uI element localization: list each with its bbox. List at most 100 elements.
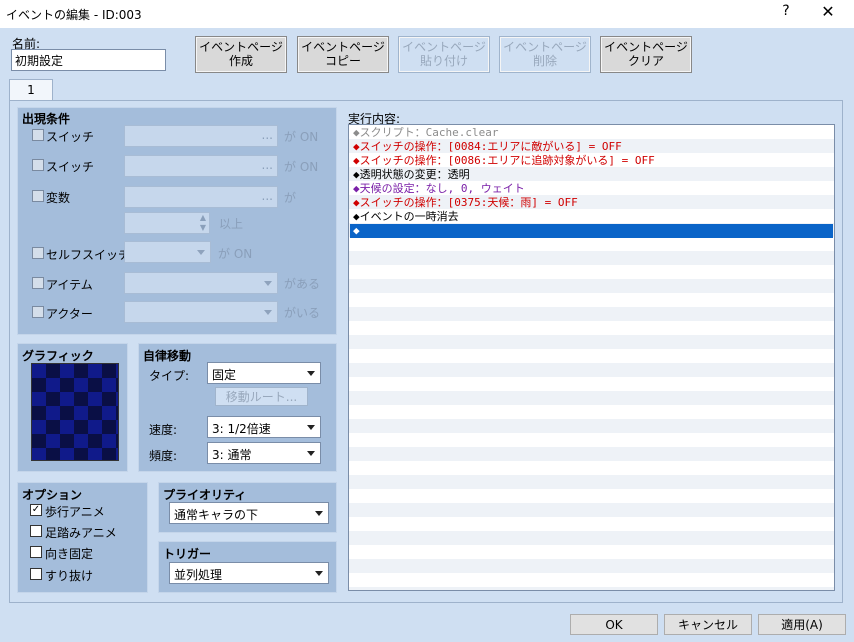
speed-value: 3: 1/2倍速 (212, 422, 271, 436)
priority-group: プライオリティ 通常キャラの下 (158, 482, 337, 533)
event-commands-list[interactable]: ◆スクリプト：Cache.clear ◆スイッチの操作：[0084:エリアに敵がい… (348, 124, 835, 591)
type-dropdown[interactable]: 固定 (207, 362, 321, 384)
tab-page-1[interactable]: 1 (9, 79, 53, 101)
conditions-title: 出現条件 (22, 112, 71, 126)
actor-dropdown (124, 301, 278, 323)
page-button-line1: イベントページ (402, 40, 486, 54)
item-label: アイテム (46, 278, 93, 292)
graphic-title: グラフィック (22, 349, 94, 363)
type-label: タイプ: (149, 369, 190, 383)
self-switch-label: セルフスイッチ (46, 248, 131, 262)
copy-page-button[interactable]: イベントページ コピー (297, 36, 389, 73)
cancel-button[interactable]: キャンセル (664, 614, 752, 635)
apply-button[interactable]: 適用(A) (758, 614, 846, 635)
spinner-down-icon: ▼ (199, 223, 206, 232)
options-group: オプション ✓ 歩行アニメ足踏みアニメ 向き固定すり抜け (17, 482, 148, 593)
option-checkbox[interactable]: ✓ (30, 504, 42, 516)
switch1-checkbox[interactable] (32, 129, 44, 141)
item-dropdown (124, 272, 278, 294)
priority-dropdown[interactable]: 通常キャラの下 (169, 502, 329, 524)
actor-suffix: がいる (284, 306, 321, 320)
option-label: すり抜け (45, 569, 94, 583)
help-icon[interactable]: ? (778, 3, 794, 19)
switch2-ellipsis: ... (261, 158, 273, 172)
option-checkbox[interactable] (30, 525, 42, 537)
variable-value-spinner: ▲ ▼ (124, 212, 210, 234)
page-button-line2: 貼り付け (419, 54, 468, 68)
spinner-up-icon: ▲ (199, 213, 206, 222)
self-switch-dropdown (124, 241, 211, 263)
page-button-line2: 作成 (228, 54, 253, 68)
page-button-line1: イベントページ (604, 40, 688, 54)
command-row[interactable]: ◆スクリプト：Cache.clear (350, 126, 833, 140)
close-icon[interactable]: ✕ (818, 2, 838, 21)
item-chevron-down-icon (264, 281, 272, 286)
autonomous-movement-group: 自律移動 タイプ: 固定 移動ルート... 速度: 3: 1/2倍速 頻度: 3… (138, 343, 337, 472)
command-row[interactable]: ◆スイッチの操作：[0084:エリアに敵がいる] = OFF (350, 140, 833, 154)
speed-label: 速度: (149, 423, 178, 437)
autonomous-title: 自律移動 (143, 349, 192, 363)
switch1-label: スイッチ (46, 130, 95, 144)
command-row[interactable]: ◆天候の設定：なし, 0, ウェイト (350, 182, 833, 196)
frequency-chevron-down-icon (307, 451, 315, 456)
option-label: 向き固定 (45, 547, 94, 561)
options-title: オプション (22, 488, 83, 502)
create-page-button[interactable]: イベントページ 作成 (195, 36, 287, 73)
delete-page-button[interactable]: イベントページ 削除 (499, 36, 591, 73)
actor-chevron-down-icon (264, 310, 272, 315)
paste-page-button[interactable]: イベントページ 貼り付け (398, 36, 490, 73)
actor-label: アクター (46, 307, 93, 321)
option-label: 歩行アニメ (45, 505, 105, 519)
switch1-field: ... (124, 125, 278, 147)
move-route-button[interactable]: 移動ルート... (215, 387, 308, 406)
variable-field: ... (124, 186, 278, 208)
frequency-dropdown[interactable]: 3: 通常 (207, 442, 321, 464)
switch2-field: ... (124, 155, 278, 177)
option-checkbox[interactable] (30, 568, 42, 580)
ok-button[interactable]: OK (570, 614, 658, 635)
speed-chevron-down-icon (307, 425, 315, 430)
clear-page-button[interactable]: イベントページ クリア (600, 36, 692, 73)
type-chevron-down-icon (307, 371, 315, 376)
command-row[interactable]: ◆透明状態の変更：透明 (350, 168, 833, 182)
priority-value: 通常キャラの下 (174, 508, 259, 522)
name-input[interactable]: 初期設定 (11, 49, 166, 71)
page-button-line1: イベントページ (301, 40, 385, 54)
frequency-label: 頻度: (149, 449, 178, 463)
self-switch-checkbox[interactable] (32, 247, 44, 259)
switch2-suffix: が ON (284, 160, 319, 174)
trigger-dropdown[interactable]: 並列処理 (169, 562, 329, 584)
switch1-ellipsis: ... (261, 128, 273, 142)
command-row[interactable]: ◆スイッチの操作：[0086:エリアに追跡対象がいる] = OFF (350, 154, 833, 168)
switch2-label: スイッチ (46, 160, 95, 174)
trigger-title: トリガー (163, 547, 212, 561)
command-row[interactable]: ◆ (350, 224, 833, 238)
graphic-preview[interactable] (31, 363, 119, 461)
self-switch-suffix: が ON (218, 247, 253, 261)
variable-checkbox[interactable] (32, 190, 44, 202)
tab-label: 1 (27, 83, 35, 97)
variable-label: 変数 (46, 191, 71, 205)
priority-chevron-down-icon (315, 511, 323, 516)
page-button-line2: 削除 (532, 54, 557, 68)
variable-more-label: 以上 (219, 217, 244, 231)
page-button-line1: イベントページ (503, 40, 587, 54)
page-button-line2: クリア (627, 54, 664, 68)
page-button-line2: コピー (324, 54, 361, 68)
actor-checkbox[interactable] (32, 306, 44, 318)
command-row[interactable]: ◆イベントの一時消去 (350, 210, 833, 224)
frequency-value: 3: 通常 (212, 448, 252, 462)
priority-title: プライオリティ (163, 488, 247, 502)
title-bar: イベントの編集 - ID:003 ? ✕ (0, 0, 854, 28)
item-checkbox[interactable] (32, 277, 44, 289)
graphic-group: グラフィック (17, 343, 128, 472)
switch2-checkbox[interactable] (32, 159, 44, 171)
option-label: 足踏みアニメ (45, 526, 117, 540)
command-row[interactable]: ◆スイッチの操作：[0375:天候：雨] = OFF (350, 196, 833, 210)
trigger-group: トリガー 並列処理 (158, 541, 337, 593)
speed-dropdown[interactable]: 3: 1/2倍速 (207, 416, 321, 438)
variable-ellipsis: ... (261, 189, 273, 203)
item-suffix: がある (284, 277, 321, 291)
trigger-value: 並列処理 (174, 568, 223, 582)
option-checkbox[interactable] (30, 546, 42, 558)
